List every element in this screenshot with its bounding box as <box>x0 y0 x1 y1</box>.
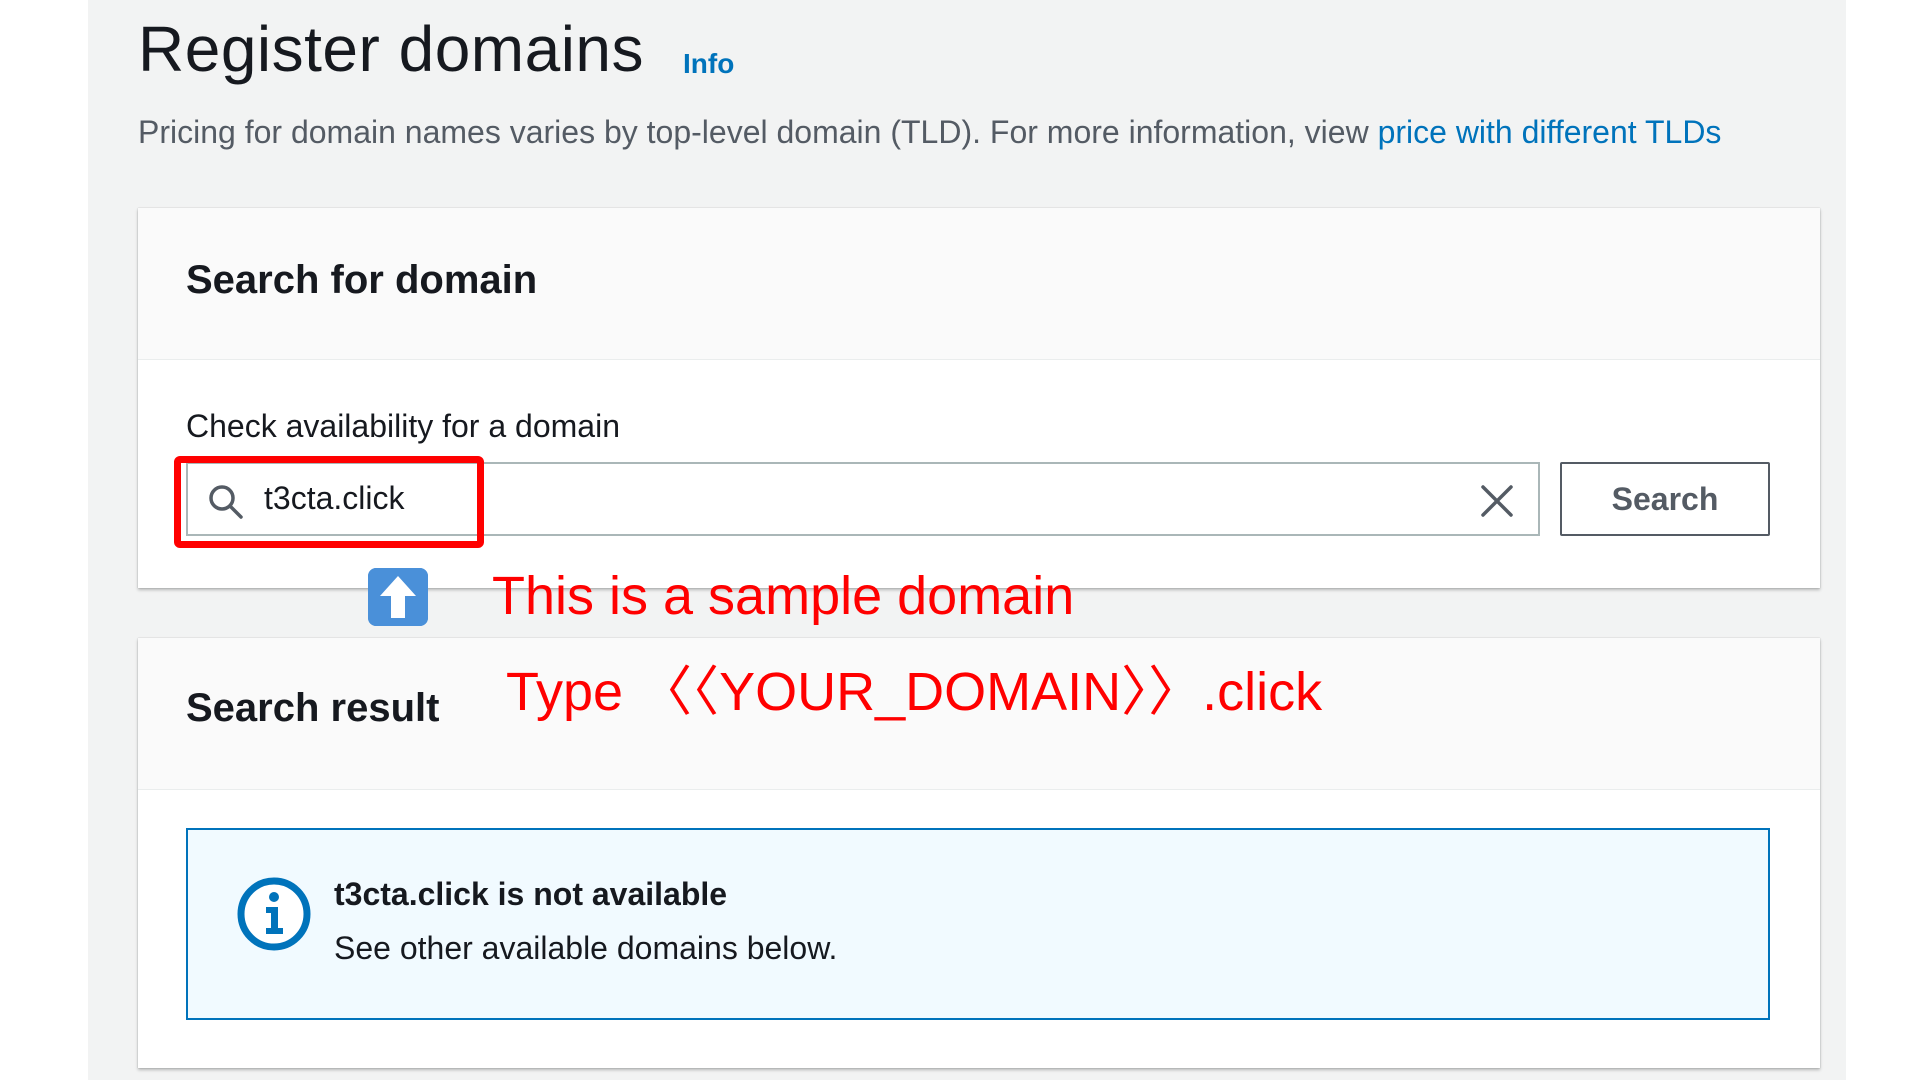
page-description: Pricing for domain names varies by top-l… <box>138 114 1846 151</box>
page-title: Register domains <box>138 13 644 85</box>
info-circle-icon <box>237 877 311 951</box>
info-link[interactable]: Info <box>683 48 734 80</box>
alert-title: t3cta.click is not available <box>334 876 728 912</box>
description-text: Pricing for domain names varies by top-l… <box>138 114 1378 150</box>
search-panel-title: Search for domain <box>186 258 538 302</box>
search-button[interactable]: Search <box>1560 462 1770 536</box>
alert-body: See other available domains below. <box>334 930 838 966</box>
annotation-sample-note: This is a sample domain <box>492 566 1075 626</box>
search-panel-header: Search for domain <box>138 208 1820 360</box>
sample-domain-highlight <box>174 456 484 548</box>
tld-pricing-link[interactable]: price with different TLDs <box>1378 114 1722 150</box>
domain-field-label: Check availability for a domain <box>186 408 620 444</box>
annotation-type-instruction: Type 〈〈YOUR_DOMAIN〉〉.click <box>506 662 1323 722</box>
result-panel-title: Search result <box>186 686 440 730</box>
availability-alert: t3cta.click is not available See other a… <box>186 828 1770 1020</box>
screenshot-stage: Register domains Info Pricing for domain… <box>0 0 1920 1080</box>
clear-icon[interactable] <box>1478 482 1516 520</box>
up-arrow-icon <box>368 568 428 626</box>
